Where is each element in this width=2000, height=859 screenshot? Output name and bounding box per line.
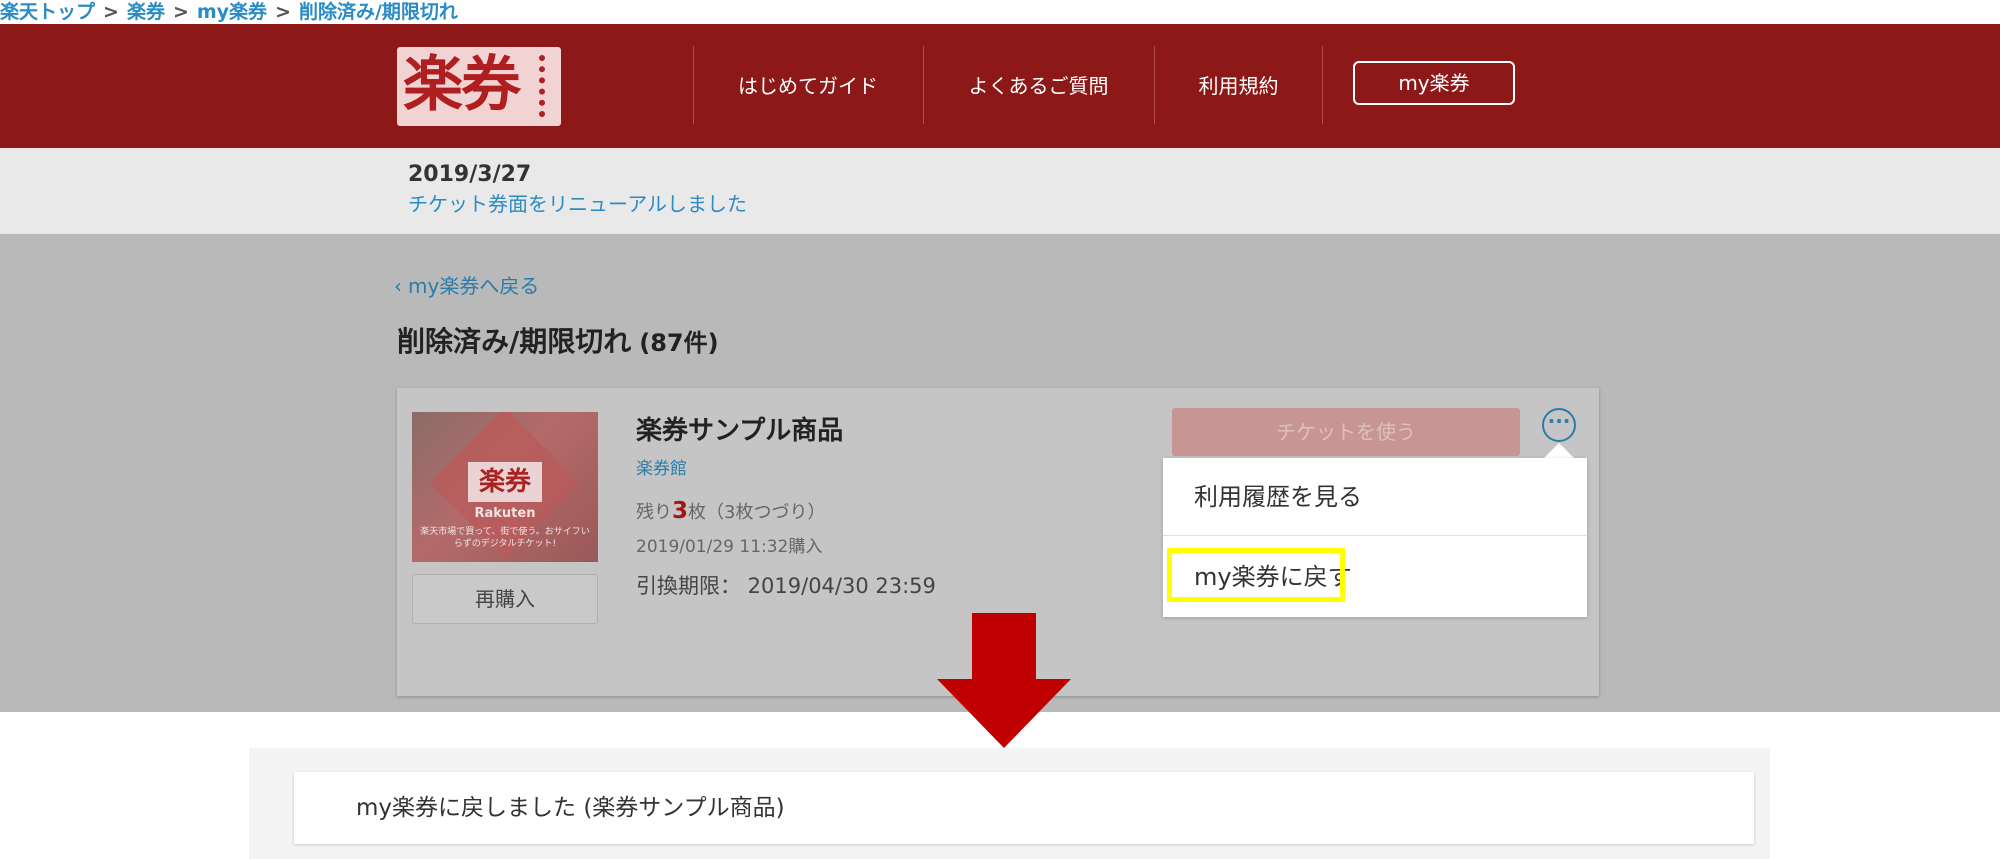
breadcrumb-separator: > [172, 1, 189, 23]
chevron-left-icon: ‹ [394, 274, 402, 298]
nav-divider [1322, 46, 1323, 124]
back-to-my-rakken-link[interactable]: ‹ my楽券へ戻る [394, 270, 539, 299]
remaining-tickets: 残り3枚（3枚つづり） [636, 498, 825, 524]
breadcrumb-my-rakken[interactable]: my楽券 [197, 1, 267, 23]
options-popup-menu: 利用履歴を見る my楽券に戻す [1163, 458, 1587, 617]
use-ticket-button[interactable]: チケットを使う [1172, 408, 1520, 456]
notice-link[interactable]: チケット券面をリニューアルしました [408, 188, 747, 217]
nav-terms[interactable]: 利用規約 [1155, 48, 1322, 124]
logo-dots-icon [539, 55, 551, 117]
site-logo[interactable]: 楽券 [397, 47, 561, 126]
item-count: (87件) [639, 329, 719, 357]
breadcrumb-separator: > [275, 1, 291, 23]
purchase-date: 2019/01/29 11:32購入 [636, 537, 823, 557]
my-rakken-button[interactable]: my楽券 [1353, 61, 1515, 105]
ticket-thumbnail[interactable]: 楽券 Rakuten 楽天市場で買って、街で使う。おサイフいらずのデジタルチケッ… [412, 412, 598, 562]
product-name: 楽券サンプル商品 [636, 416, 844, 446]
thumbnail-brand: Rakuten [474, 506, 536, 521]
popup-arrow [1543, 443, 1575, 459]
thumbnail-logo: 楽券 [468, 462, 542, 502]
remaining-count: 3 [672, 498, 689, 524]
remaining-suffix: 枚（3枚つづり） [688, 502, 826, 523]
breadcrumb-rakken[interactable]: 楽券 [127, 1, 165, 23]
notice-date: 2019/3/27 [408, 162, 532, 187]
site-header: 楽券 はじめてガイド よくあるご質問 利用規約 my楽券 [0, 24, 2000, 148]
page-title: 削除済み/期限切れ (87件) [397, 320, 719, 360]
rebuy-button[interactable]: 再購入 [412, 574, 598, 624]
nav-guide[interactable]: はじめてガイド [694, 48, 922, 124]
toast-message: my楽券に戻しました (楽券サンプル商品) [356, 795, 785, 821]
breadcrumb-separator: > [103, 1, 119, 23]
thumbnail-caption: 楽天市場で買って、街で使う。おサイフいらずのデジタルチケット! [420, 527, 590, 549]
breadcrumb-rakuten-top[interactable]: 楽天トップ [0, 1, 95, 23]
expiry-date: 引換期限： 2019/04/30 23:59 [636, 574, 936, 598]
back-link-label: my楽券へ戻る [408, 274, 540, 298]
down-arrow-icon [937, 613, 1071, 748]
nav-faq[interactable]: よくあるご質問 [924, 48, 1153, 124]
breadcrumb: 楽天トップ > 楽券 > my楽券 > 削除済み/期限切れ [0, 0, 1975, 25]
venue-link[interactable]: 楽券館 [636, 454, 687, 479]
highlight-box [1167, 548, 1345, 602]
logo-text: 楽券 [403, 50, 521, 120]
more-options-icon[interactable]: ··· [1542, 408, 1576, 442]
menu-item-view-history[interactable]: 利用履歴を見る [1163, 458, 1587, 536]
page-title-text: 削除済み/期限切れ [397, 325, 632, 358]
toast-notification: my楽券に戻しました (楽券サンプル商品) [294, 772, 1754, 844]
remaining-prefix: 残り [636, 502, 672, 523]
breadcrumb-current[interactable]: 削除済み/期限切れ [299, 1, 458, 23]
notice-bar: 2019/3/27 チケット券面をリニューアルしました [0, 148, 2000, 234]
